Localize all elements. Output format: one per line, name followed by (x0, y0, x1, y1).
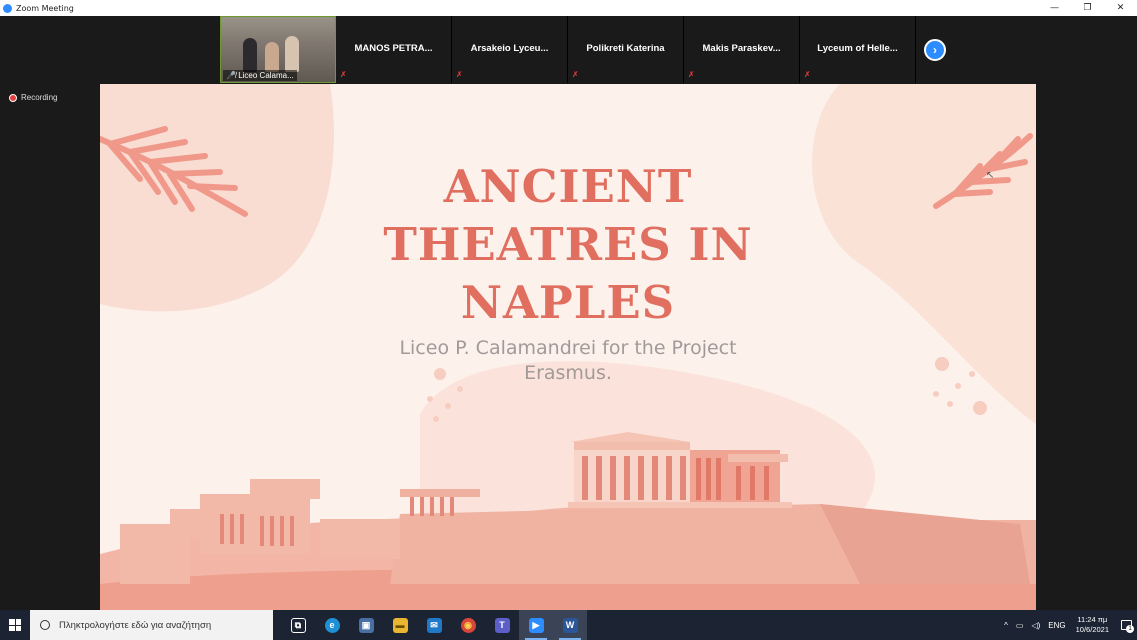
taskbar-app-edge[interactable]: e (315, 610, 349, 640)
clock-date: 10/6/2021 (1075, 625, 1109, 634)
language-indicator[interactable]: ENG (1048, 621, 1065, 630)
notification-badge: 1 (1126, 625, 1134, 633)
taskbar-apps: ⧉ e ▣ ▬ ✉ ◉ T ▶ W (281, 610, 587, 640)
participant-name: 🎤̸ Liceo Calama... (223, 70, 297, 81)
participant-tile[interactable]: Arsakeio Lyceu... ✗ (452, 16, 568, 83)
taskbar-app-mail[interactable]: ✉ (417, 610, 451, 640)
participant-name: Polikreti Katerina (586, 43, 665, 54)
recording-indicator[interactable]: Recording (9, 93, 57, 102)
task-view-icon: ⧉ (290, 617, 306, 633)
participant-tile[interactable]: Makis Paraskev... ✗ (684, 16, 800, 83)
mic-muted-icon: ✗ (688, 70, 695, 79)
slide-title-line: NAPLES (460, 276, 676, 329)
slide-subtitle-line: Liceo P. Calamandrei for the Project (399, 337, 737, 359)
windows-logo-icon (9, 619, 21, 631)
record-icon (9, 93, 17, 102)
word-icon: W (562, 617, 578, 633)
mic-muted-icon: ✗ (804, 70, 811, 79)
participant-tile[interactable]: MANOS PETRA... ✗ (336, 16, 452, 83)
chrome-icon: ◉ (460, 617, 476, 633)
mail-icon: ✉ (426, 617, 442, 633)
network-icon[interactable]: ▭ (1016, 621, 1024, 630)
window-controls: — ❐ ✕ (1038, 0, 1137, 16)
minimize-button[interactable]: — (1038, 0, 1071, 16)
clock-time: 11:24 πμ (1077, 615, 1108, 624)
slide-title-line: THEATRES IN (383, 218, 753, 271)
taskbar-app-word[interactable]: W (553, 610, 587, 640)
slide-title-line: ANCIENT (443, 160, 693, 213)
store-icon: ▣ (358, 617, 374, 633)
windows-taskbar: Πληκτρολογήστε εδώ για αναζήτηση ⧉ e ▣ ▬… (0, 610, 1137, 640)
file-explorer-icon: ▬ (392, 617, 408, 633)
title-bar: Zoom Meeting — ❐ ✕ (0, 0, 1137, 16)
window-title: Zoom Meeting (16, 3, 74, 13)
participant-name: Lyceum of Helle... (817, 43, 898, 54)
zoom-window: Zoom Meeting — ❐ ✕ 🎤̸ Liceo Calama... MA… (0, 0, 1137, 610)
participant-tile[interactable]: Lyceum of Helle... ✗ (800, 16, 916, 83)
taskbar-app-chrome[interactable]: ◉ (451, 610, 485, 640)
shared-slide: ANCIENT THEATRES IN NAPLES Liceo P. Cala… (100, 84, 1036, 610)
close-button[interactable]: ✕ (1104, 0, 1137, 16)
tray-chevron-icon[interactable]: ^ (1004, 621, 1008, 630)
zoom-app-icon (3, 3, 12, 13)
participant-name: Arsakeio Lyceu... (470, 43, 549, 54)
mic-muted-icon: ✗ (572, 70, 579, 79)
ruin-lintel (400, 489, 480, 497)
search-placeholder: Πληκτρολογήστε εδώ για αναζήτηση (59, 619, 212, 631)
taskbar-search-box[interactable]: Πληκτρολογήστε εδώ για αναζήτηση (30, 610, 273, 640)
mic-muted-icon: ✗ (456, 70, 463, 79)
participant-name: MANOS PETRA... (354, 43, 433, 54)
slide-subtitle: Liceo P. Calamandrei for the Project Era… (368, 336, 768, 386)
slide-subtitle-line: Erasmus. (524, 362, 612, 384)
blob-top-right (812, 84, 1036, 424)
edge-icon: e (324, 617, 340, 633)
taskbar-app-teams[interactable]: T (485, 610, 519, 640)
clock[interactable]: 11:24 πμ 10/6/2021 (1076, 615, 1109, 635)
video-person (243, 38, 257, 72)
participant-tile[interactable]: Polikreti Katerina ✗ (568, 16, 684, 83)
teams-icon: T (494, 617, 510, 633)
taskbar-app-store[interactable]: ▣ (349, 610, 383, 640)
video-person (265, 42, 279, 72)
zoom-icon: ▶ (528, 617, 544, 633)
taskbar-app-task-view[interactable]: ⧉ (281, 610, 315, 640)
participant-strip: 🎤̸ Liceo Calama... MANOS PETRA... ✗ Arsa… (220, 16, 917, 83)
chevron-right-icon: › (933, 43, 937, 57)
notification-center-button[interactable]: 1 (1115, 610, 1137, 640)
taskbar-app-file-explorer[interactable]: ▬ (383, 610, 417, 640)
next-participants-button[interactable]: › (924, 39, 946, 61)
start-button[interactable] (0, 610, 30, 640)
restore-button[interactable]: ❐ (1071, 0, 1104, 16)
speaker-icon[interactable]: ◁) (1031, 621, 1040, 630)
search-icon (40, 620, 50, 630)
recording-label: Recording (21, 93, 58, 102)
participant-name: Makis Paraskev... (702, 43, 781, 54)
video-person (285, 36, 299, 72)
participant-tile-video[interactable]: 🎤̸ Liceo Calama... (220, 16, 336, 83)
slide-title: ANCIENT THEATRES IN NAPLES (350, 158, 786, 332)
system-tray: ^ ▭ ◁) ENG 11:24 πμ 10/6/2021 1 (1000, 610, 1137, 640)
mic-muted-icon: ✗ (340, 70, 347, 79)
mouse-cursor-icon: ↖ (986, 170, 995, 181)
taskbar-app-zoom[interactable]: ▶ (519, 610, 553, 640)
